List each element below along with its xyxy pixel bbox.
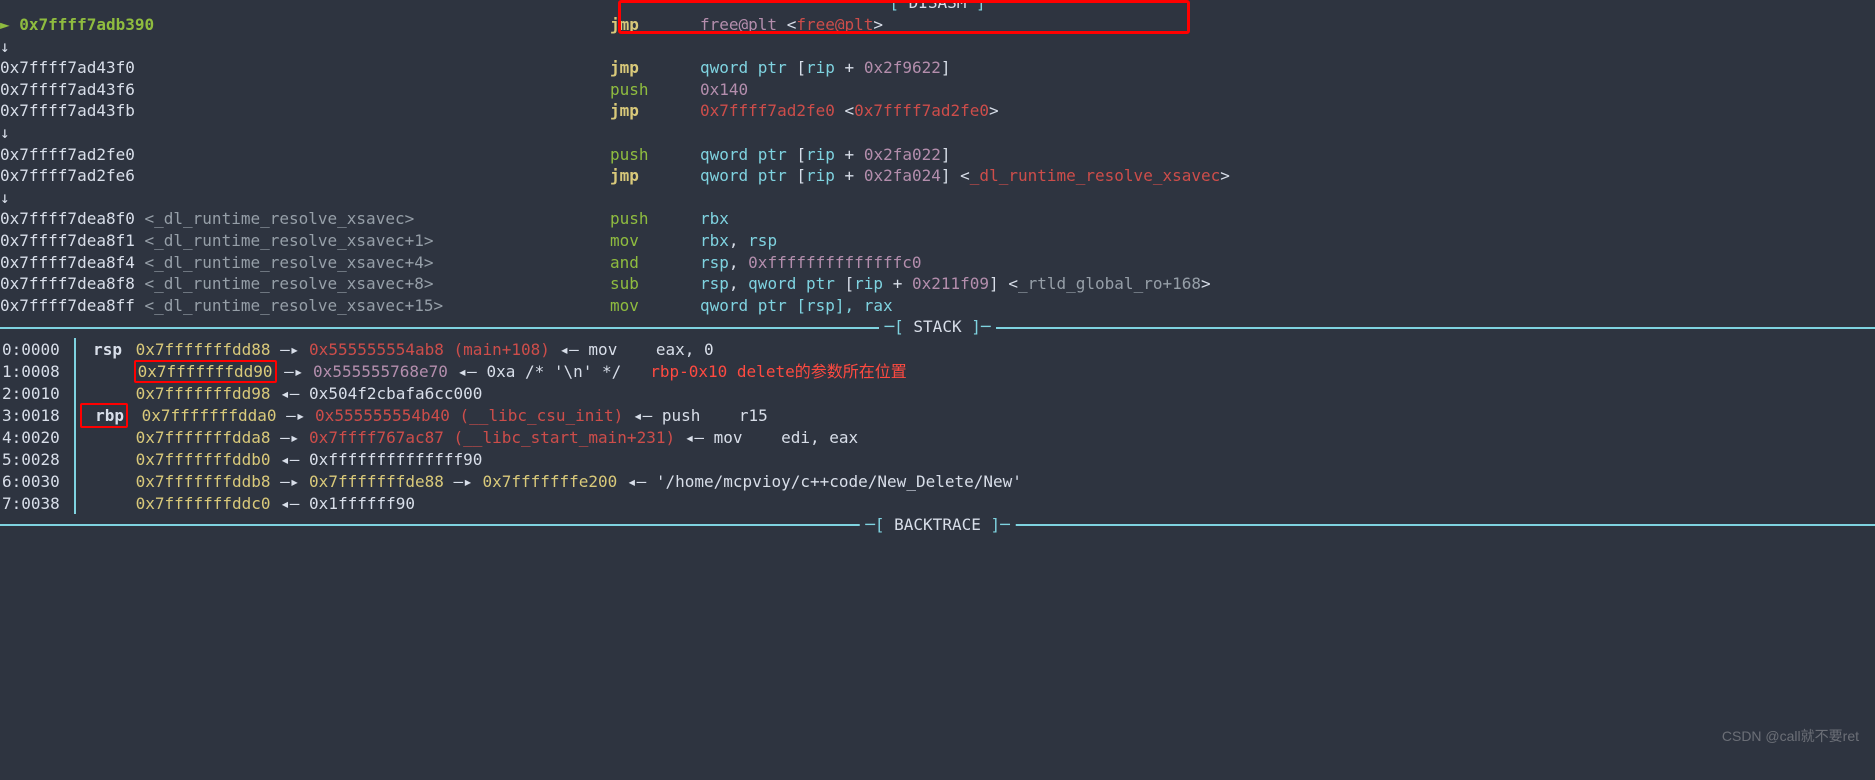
stack-row: 6:0030 0x7fffffffddb8 —▸ 0x7fffffffde88 … (0, 470, 1875, 492)
stack-reg-label: rsp (82, 339, 122, 361)
disasm-row: 0x7ffff7ad2fe0pushqword ptr [rip + 0x2fa… (0, 144, 1875, 166)
stack-addr: 0x7fffffffddb0 (136, 450, 271, 469)
stack-row: 4:0020 0x7fffffffdda8 —▸ 0x7ffff767ac87 … (0, 426, 1875, 448)
disasm-row: 0x7ffff7dea8ff <_dl_runtime_resolve_xsav… (0, 295, 1875, 317)
disasm-row: 0x7ffff7dea8f0 <_dl_runtime_resolve_xsav… (0, 208, 1875, 230)
disasm-panel: ► 0x7ffff7adb390jmpfree@plt <free@plt> ↓… (0, 10, 1875, 316)
stack-addr: 0x7fffffffdda0 (142, 406, 277, 425)
disasm-row: ↓ (0, 36, 1875, 58)
stack-row: 5:0028 0x7fffffffddb0 ◂— 0xfffffffffffff… (0, 448, 1875, 470)
backtrace-label: BACKTRACE (894, 515, 981, 534)
stack-row: 1:0008 0x7fffffffdd90 —▸ 0x555555768e70 … (0, 360, 1875, 382)
disasm-row: 0x7ffff7dea8f1 <_dl_runtime_resolve_xsav… (0, 230, 1875, 252)
debugger-screenshot: { "sections": { "stack": "STACK", "backt… (0, 0, 1875, 780)
stack-addr: 0x7fffffffddb8 (136, 472, 271, 491)
stack-row: 0:0000rsp 0x7fffffffdd88 —▸ 0x555555554a… (0, 338, 1875, 360)
stack-reg-label: rbp (80, 403, 128, 429)
stack-addr: 0x7fffffffdd90 (134, 360, 277, 383)
disasm-row: 0x7ffff7dea8f4 <_dl_runtime_resolve_xsav… (0, 252, 1875, 274)
disasm-row: ► 0x7ffff7adb390jmpfree@plt <free@plt> (0, 14, 1875, 36)
stack-addr: 0x7fffffffdd88 (136, 340, 271, 359)
watermark: CSDN @call就不要ret (1722, 727, 1859, 746)
disasm-row: 0x7ffff7ad2fe6jmpqword ptr [rip + 0x2fa0… (0, 165, 1875, 187)
section-stack-header: ─[ STACK ]─ (0, 316, 1875, 338)
stack-addr: 0x7fffffffdd98 (136, 384, 271, 403)
stack-label: STACK (913, 317, 961, 336)
stack-row: 7:0038 0x7fffffffddc0 ◂— 0x1ffffff90 (0, 492, 1875, 514)
disasm-row: 0x7ffff7ad43f6 push0x140 (0, 79, 1875, 101)
annotation-text: rbp-0x10 delete的参数所在位置 (650, 362, 907, 381)
stack-panel: 0:0000rsp 0x7fffffffdd88 —▸ 0x555555554a… (0, 338, 1875, 514)
disasm-label: DISASM (909, 0, 967, 12)
stack-row: 2:0010 0x7fffffffdd98 ◂— 0x504f2cbafa6cc… (0, 382, 1875, 404)
disasm-row: ↓ (0, 187, 1875, 209)
disasm-row: 0x7ffff7ad43fb jmp0x7ffff7ad2fe0 <0x7fff… (0, 100, 1875, 122)
stack-addr: 0x7fffffffddc0 (136, 494, 271, 513)
disasm-row: ↓ (0, 122, 1875, 144)
disasm-row: 0x7ffff7dea8f8 <_dl_runtime_resolve_xsav… (0, 273, 1875, 295)
disasm-row: 0x7ffff7ad43f0 jmpqword ptr [rip + 0x2f9… (0, 57, 1875, 79)
section-backtrace-header: ─[ BACKTRACE ]─ (0, 514, 1875, 534)
section-disasm-header-fragment: [ DISASM ] (0, 0, 1875, 10)
stack-addr: 0x7fffffffdda8 (136, 428, 271, 447)
stack-row: 3:0018rbp 0x7fffffffdda0 —▸ 0x555555554b… (0, 404, 1875, 426)
